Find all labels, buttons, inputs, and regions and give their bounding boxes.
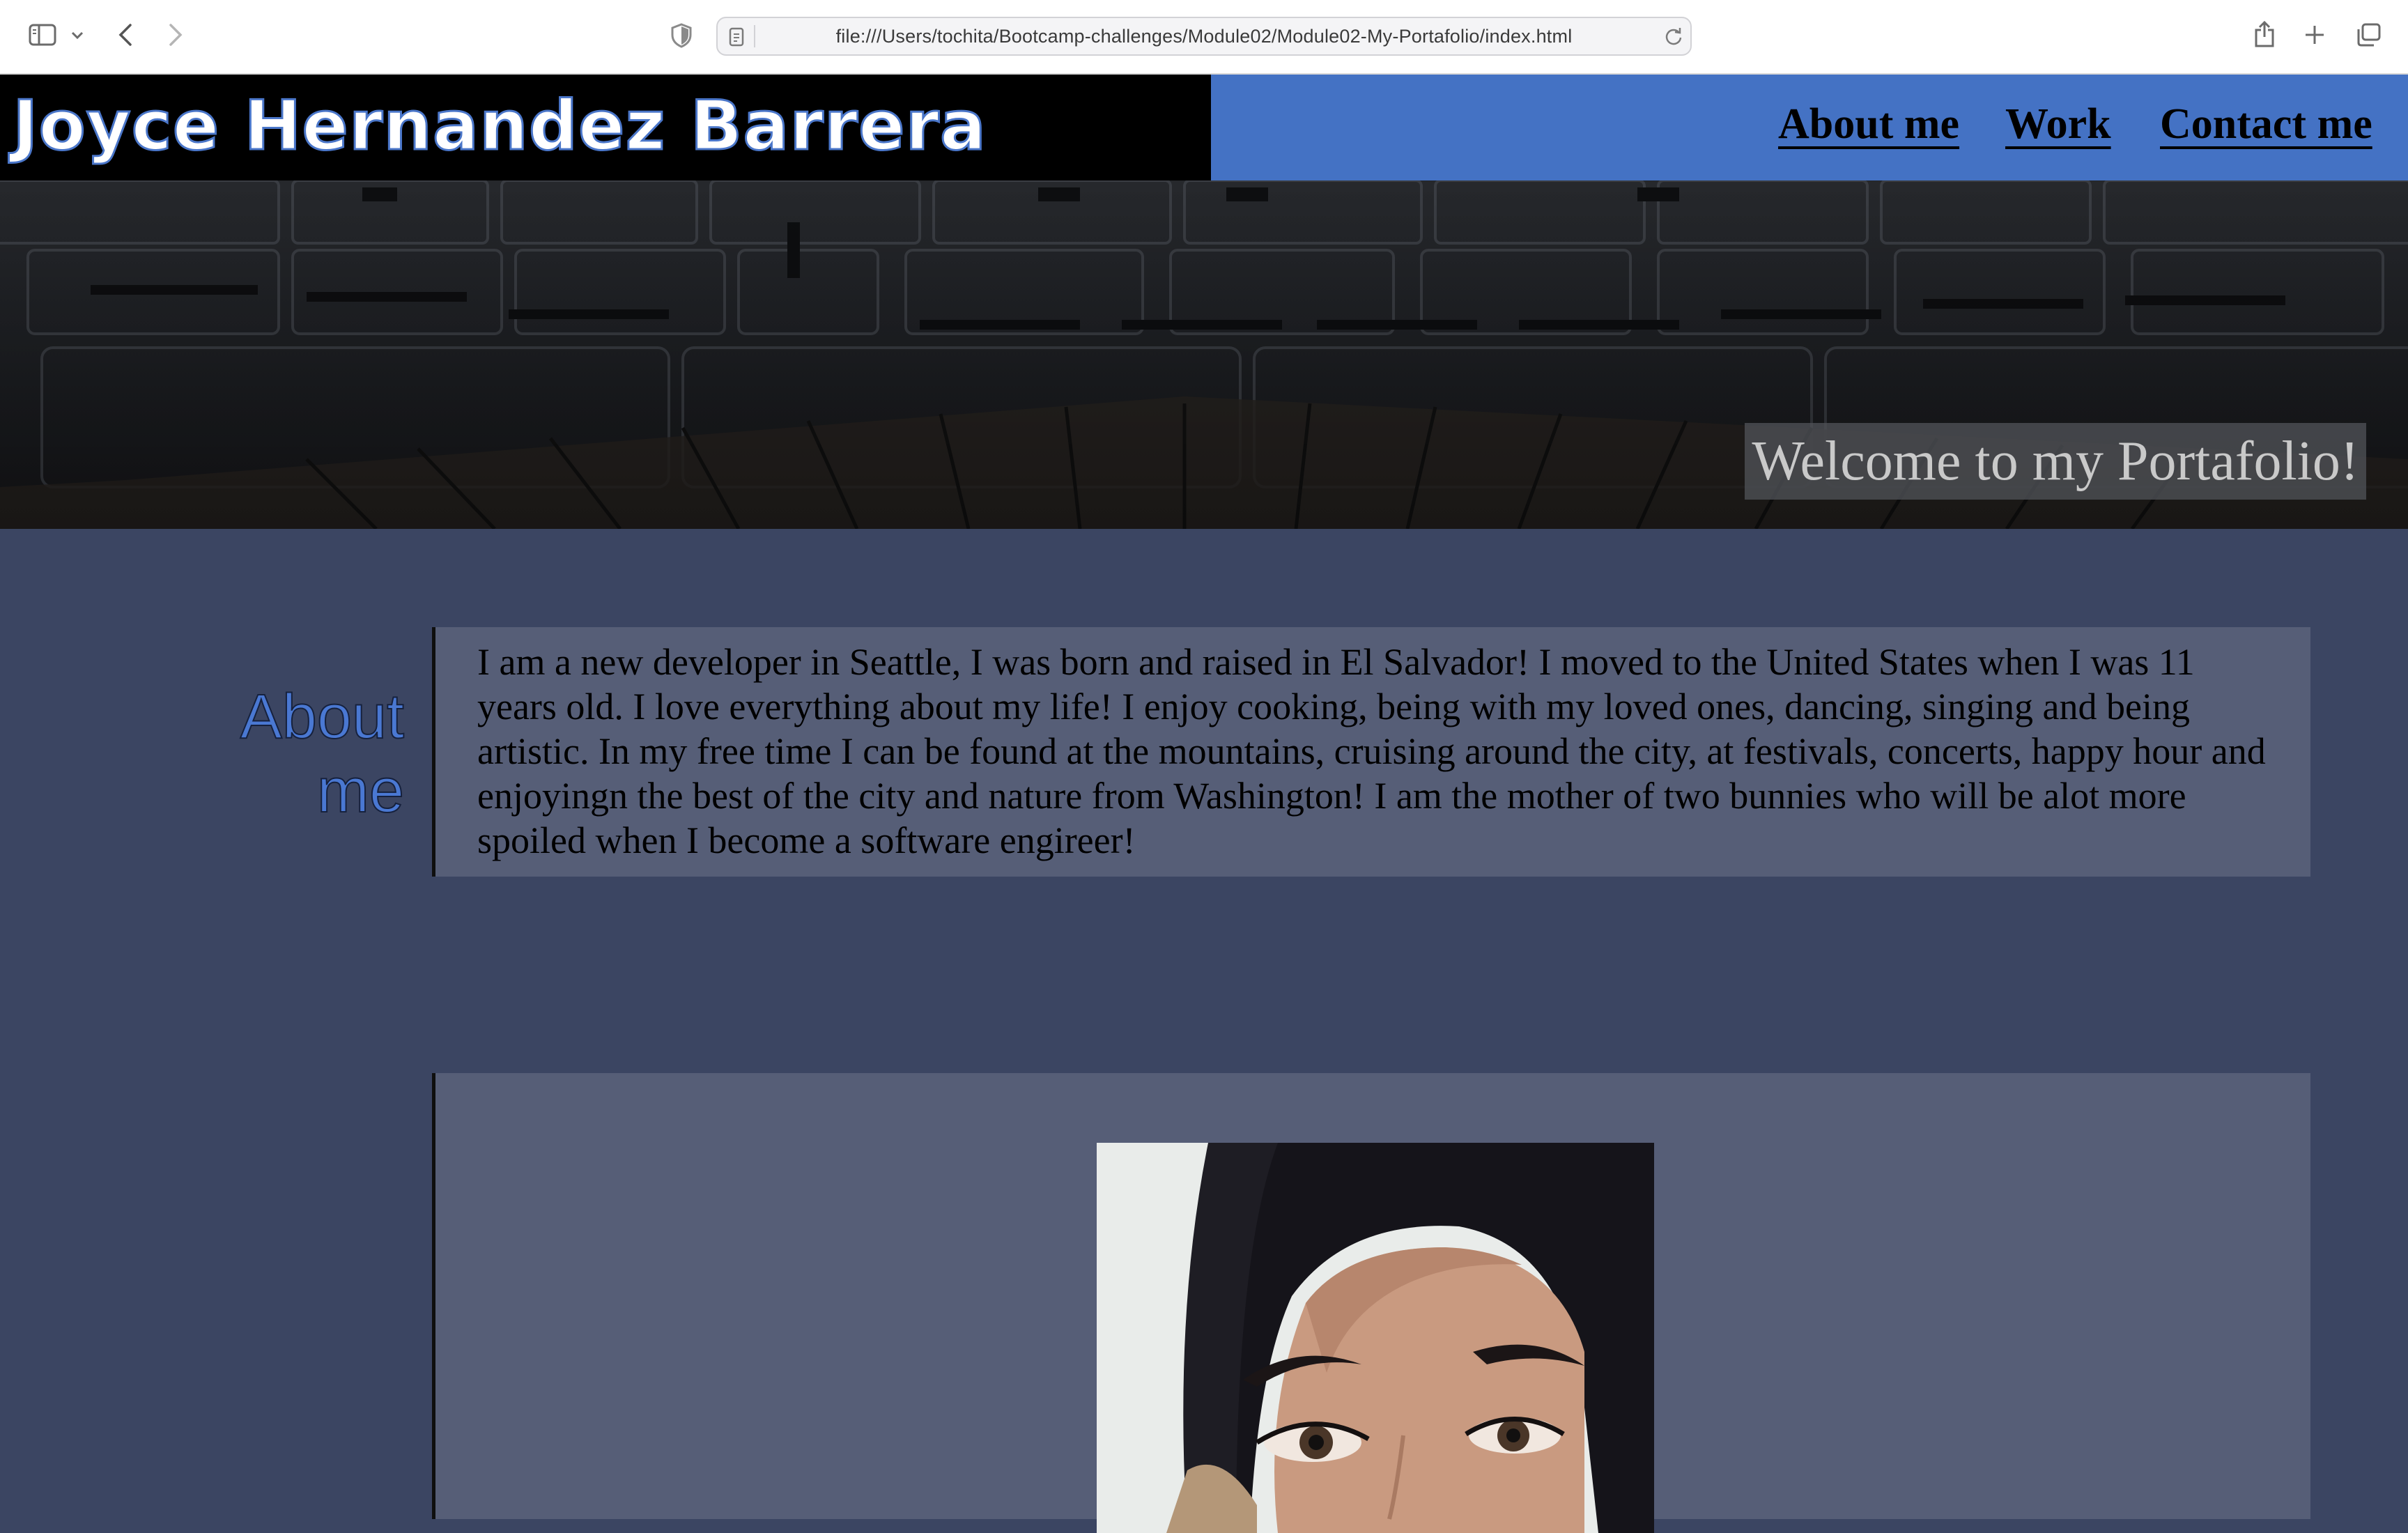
welcome-banner: Welcome to my Portafolio! [1745, 423, 2366, 500]
sidebar-icon[interactable] [26, 21, 59, 49]
nav-link-contact-me[interactable]: Contact me [2160, 100, 2372, 149]
hero-banner: Welcome to my Portafolio! [0, 180, 2408, 529]
url-text[interactable]: file:///Users/tochita/Bootcamp-challenge… [718, 18, 1690, 54]
forward-icon[interactable] [162, 20, 190, 50]
site-header: Joyce Hernandez Barrera About me Work Co… [0, 75, 2408, 180]
about-paragraph: I am a new developer in Seattle, I was b… [477, 641, 2266, 861]
address-bar[interactable]: file:///Users/tochita/Bootcamp-challenge… [716, 17, 1692, 56]
site-title: Joyce Hernandez Barrera [11, 86, 987, 167]
reload-icon[interactable] [1662, 25, 1685, 47]
chevron-down-icon[interactable] [68, 26, 86, 45]
brand-bar: Joyce Hernandez Barrera [0, 75, 1211, 180]
main-nav: About me Work Contact me [1211, 75, 2408, 180]
browser-toolbar: file:///Users/tochita/Bootcamp-challenge… [0, 0, 2408, 75]
about-heading: About me [240, 681, 405, 826]
back-icon[interactable] [111, 20, 139, 50]
photo-card [432, 1073, 2310, 1533]
tabs-icon[interactable] [2354, 21, 2383, 49]
plus-icon[interactable] [2301, 21, 2329, 49]
nav-link-about-me[interactable]: About me [1778, 100, 1959, 149]
nav-link-work[interactable]: Work [2005, 100, 2111, 149]
about-text-card: I am a new developer in Seattle, I was b… [432, 627, 2310, 877]
share-icon[interactable] [2251, 18, 2278, 50]
profile-photo [1097, 1143, 1654, 1533]
shield-icon[interactable] [667, 21, 695, 50]
